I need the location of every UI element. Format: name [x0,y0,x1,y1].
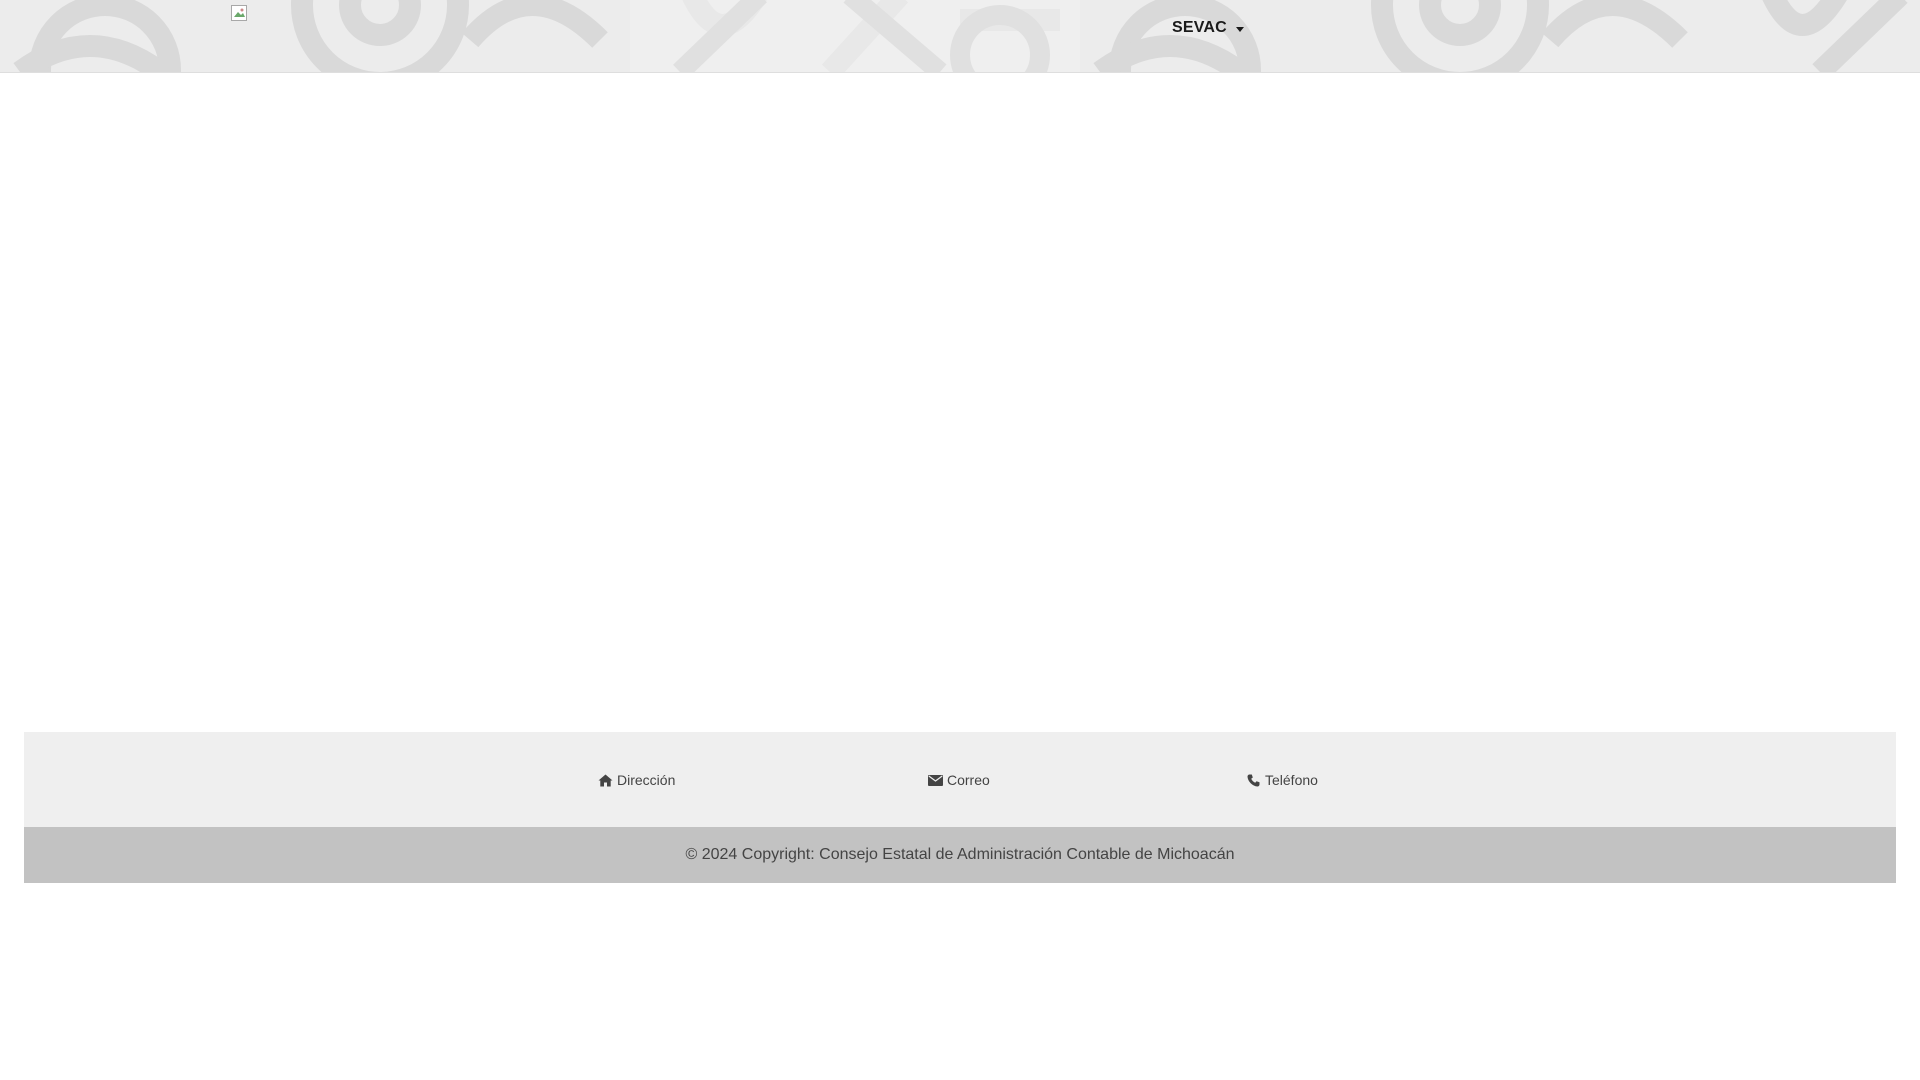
decorative-background-pattern [13,0,1908,72]
main-content [0,73,1920,732]
envelope-icon [928,773,943,787]
footer-contact-bar: Dirección Correo Teléfono [24,732,1896,827]
contact-direccion-label: Dirección [617,772,676,788]
sevac-dropdown-toggle[interactable]: SEVAC [1172,17,1244,39]
home-icon [598,773,613,787]
broken-image-icon [231,5,247,21]
contact-correo-label: Correo [947,772,990,788]
sevac-dropdown-label: SEVAC [1172,19,1227,36]
copyright-bar: © 2024 Copyright: Consejo Estatal de Adm… [24,827,1896,883]
contact-direccion-link[interactable]: Dirección [598,770,675,790]
phone-icon [1246,773,1261,787]
contact-correo-link[interactable]: Correo [928,770,990,790]
contact-telefono-label: Teléfono [1265,772,1318,788]
site-logo[interactable] [231,5,248,22]
caret-down-icon [1235,26,1244,32]
contact-telefono-link[interactable]: Teléfono [1246,770,1318,790]
top-navbar: SEVAC [0,0,1920,73]
copyright-text: © 2024 Copyright: Consejo Estatal de Adm… [685,846,1235,863]
